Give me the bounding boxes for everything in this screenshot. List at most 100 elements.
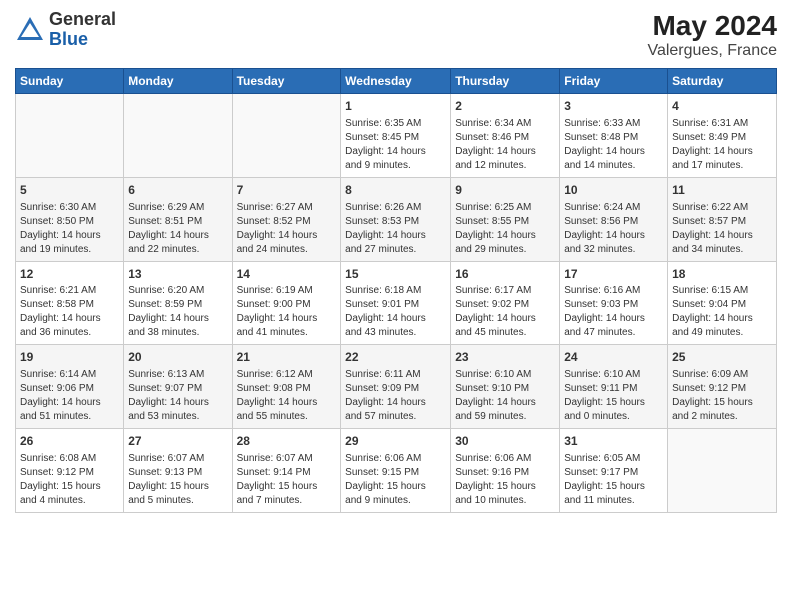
calendar-cell: 10Sunrise: 6:24 AMSunset: 8:56 PMDayligh… bbox=[560, 177, 668, 261]
cell-text: Sunset: 9:14 PM bbox=[237, 466, 337, 480]
cell-text: Sunrise: 6:06 AM bbox=[345, 452, 446, 466]
cell-text: Sunset: 9:16 PM bbox=[455, 466, 555, 480]
cell-text: and 29 minutes. bbox=[455, 243, 555, 257]
day-number: 5 bbox=[20, 182, 119, 199]
cell-text: and 36 minutes. bbox=[20, 326, 119, 340]
cell-text: and 55 minutes. bbox=[237, 410, 337, 424]
cell-text: Daylight: 14 hours bbox=[455, 312, 555, 326]
cell-text: Daylight: 15 hours bbox=[672, 396, 772, 410]
cell-text: and 5 minutes. bbox=[128, 494, 227, 508]
calendar-cell: 26Sunrise: 6:08 AMSunset: 9:12 PMDayligh… bbox=[16, 429, 124, 513]
cell-text: Daylight: 15 hours bbox=[237, 480, 337, 494]
cell-text: and 49 minutes. bbox=[672, 326, 772, 340]
day-header-tuesday: Tuesday bbox=[232, 69, 341, 94]
cell-text: Sunset: 9:04 PM bbox=[672, 298, 772, 312]
cell-text: and 27 minutes. bbox=[345, 243, 446, 257]
cell-text: Daylight: 14 hours bbox=[128, 396, 227, 410]
cell-text: Sunset: 8:53 PM bbox=[345, 215, 446, 229]
cell-text: Sunrise: 6:11 AM bbox=[345, 368, 446, 382]
cell-text: Sunrise: 6:33 AM bbox=[564, 117, 663, 131]
calendar-cell bbox=[124, 94, 232, 178]
cell-text: Sunrise: 6:17 AM bbox=[455, 284, 555, 298]
day-number: 30 bbox=[455, 433, 555, 450]
calendar-week-2: 5Sunrise: 6:30 AMSunset: 8:50 PMDaylight… bbox=[16, 177, 777, 261]
cell-text: Daylight: 14 hours bbox=[237, 312, 337, 326]
cell-text: and 51 minutes. bbox=[20, 410, 119, 424]
cell-text: Daylight: 14 hours bbox=[672, 312, 772, 326]
cell-text: Daylight: 15 hours bbox=[455, 480, 555, 494]
cell-text: Daylight: 14 hours bbox=[564, 312, 663, 326]
cell-text: and 2 minutes. bbox=[672, 410, 772, 424]
day-number: 1 bbox=[345, 98, 446, 115]
day-number: 3 bbox=[564, 98, 663, 115]
cell-text: and 22 minutes. bbox=[128, 243, 227, 257]
logo-text: General Blue bbox=[49, 10, 116, 50]
cell-text: and 19 minutes. bbox=[20, 243, 119, 257]
cell-text: Sunrise: 6:20 AM bbox=[128, 284, 227, 298]
cell-text: Sunrise: 6:09 AM bbox=[672, 368, 772, 382]
day-number: 9 bbox=[455, 182, 555, 199]
cell-text: Daylight: 14 hours bbox=[672, 145, 772, 159]
cell-text: Daylight: 14 hours bbox=[345, 229, 446, 243]
cell-text: Daylight: 14 hours bbox=[345, 312, 446, 326]
calendar-cell: 7Sunrise: 6:27 AMSunset: 8:52 PMDaylight… bbox=[232, 177, 341, 261]
page-header: General Blue May 2024 Valergues, France bbox=[15, 10, 777, 60]
calendar-cell: 24Sunrise: 6:10 AMSunset: 9:11 PMDayligh… bbox=[560, 345, 668, 429]
day-number: 28 bbox=[237, 433, 337, 450]
cell-text: Daylight: 15 hours bbox=[20, 480, 119, 494]
cell-text: and 34 minutes. bbox=[672, 243, 772, 257]
cell-text: Sunset: 9:03 PM bbox=[564, 298, 663, 312]
calendar-week-4: 19Sunrise: 6:14 AMSunset: 9:06 PMDayligh… bbox=[16, 345, 777, 429]
day-number: 24 bbox=[564, 349, 663, 366]
cell-text: and 9 minutes. bbox=[345, 159, 446, 173]
calendar-cell: 20Sunrise: 6:13 AMSunset: 9:07 PMDayligh… bbox=[124, 345, 232, 429]
logo: General Blue bbox=[15, 10, 116, 50]
cell-text: Daylight: 14 hours bbox=[455, 229, 555, 243]
calendar-cell: 18Sunrise: 6:15 AMSunset: 9:04 PMDayligh… bbox=[668, 261, 777, 345]
cell-text: and 14 minutes. bbox=[564, 159, 663, 173]
day-number: 20 bbox=[128, 349, 227, 366]
month-title: May 2024 bbox=[647, 10, 777, 42]
cell-text: Daylight: 14 hours bbox=[672, 229, 772, 243]
cell-text: Daylight: 14 hours bbox=[455, 396, 555, 410]
cell-text: Daylight: 14 hours bbox=[20, 229, 119, 243]
cell-text: and 47 minutes. bbox=[564, 326, 663, 340]
calendar-cell: 13Sunrise: 6:20 AMSunset: 8:59 PMDayligh… bbox=[124, 261, 232, 345]
calendar-table: SundayMondayTuesdayWednesdayThursdayFrid… bbox=[15, 68, 777, 513]
day-number: 16 bbox=[455, 266, 555, 283]
cell-text: Sunset: 9:12 PM bbox=[20, 466, 119, 480]
cell-text: and 9 minutes. bbox=[345, 494, 446, 508]
day-number: 26 bbox=[20, 433, 119, 450]
cell-text: Sunset: 9:10 PM bbox=[455, 382, 555, 396]
calendar-cell: 6Sunrise: 6:29 AMSunset: 8:51 PMDaylight… bbox=[124, 177, 232, 261]
cell-text: Sunrise: 6:06 AM bbox=[455, 452, 555, 466]
day-number: 21 bbox=[237, 349, 337, 366]
cell-text: and 38 minutes. bbox=[128, 326, 227, 340]
cell-text: Sunset: 9:17 PM bbox=[564, 466, 663, 480]
calendar-cell: 2Sunrise: 6:34 AMSunset: 8:46 PMDaylight… bbox=[451, 94, 560, 178]
cell-text: Sunrise: 6:10 AM bbox=[564, 368, 663, 382]
calendar-cell: 12Sunrise: 6:21 AMSunset: 8:58 PMDayligh… bbox=[16, 261, 124, 345]
calendar-cell: 22Sunrise: 6:11 AMSunset: 9:09 PMDayligh… bbox=[341, 345, 451, 429]
cell-text: Sunset: 9:07 PM bbox=[128, 382, 227, 396]
day-header-sunday: Sunday bbox=[16, 69, 124, 94]
cell-text: Daylight: 15 hours bbox=[564, 396, 663, 410]
cell-text: Sunrise: 6:29 AM bbox=[128, 201, 227, 215]
cell-text: Sunrise: 6:34 AM bbox=[455, 117, 555, 131]
calendar-cell bbox=[232, 94, 341, 178]
cell-text: and 57 minutes. bbox=[345, 410, 446, 424]
cell-text: and 45 minutes. bbox=[455, 326, 555, 340]
calendar-cell: 17Sunrise: 6:16 AMSunset: 9:03 PMDayligh… bbox=[560, 261, 668, 345]
cell-text: Sunset: 9:12 PM bbox=[672, 382, 772, 396]
cell-text: Daylight: 15 hours bbox=[345, 480, 446, 494]
cell-text: Sunset: 8:50 PM bbox=[20, 215, 119, 229]
cell-text: Sunset: 8:59 PM bbox=[128, 298, 227, 312]
day-number: 2 bbox=[455, 98, 555, 115]
day-number: 13 bbox=[128, 266, 227, 283]
calendar-cell: 1Sunrise: 6:35 AMSunset: 8:45 PMDaylight… bbox=[341, 94, 451, 178]
cell-text: Sunset: 8:46 PM bbox=[455, 131, 555, 145]
cell-text: Sunrise: 6:18 AM bbox=[345, 284, 446, 298]
cell-text: and 7 minutes. bbox=[237, 494, 337, 508]
cell-text: Sunrise: 6:15 AM bbox=[672, 284, 772, 298]
day-number: 25 bbox=[672, 349, 772, 366]
